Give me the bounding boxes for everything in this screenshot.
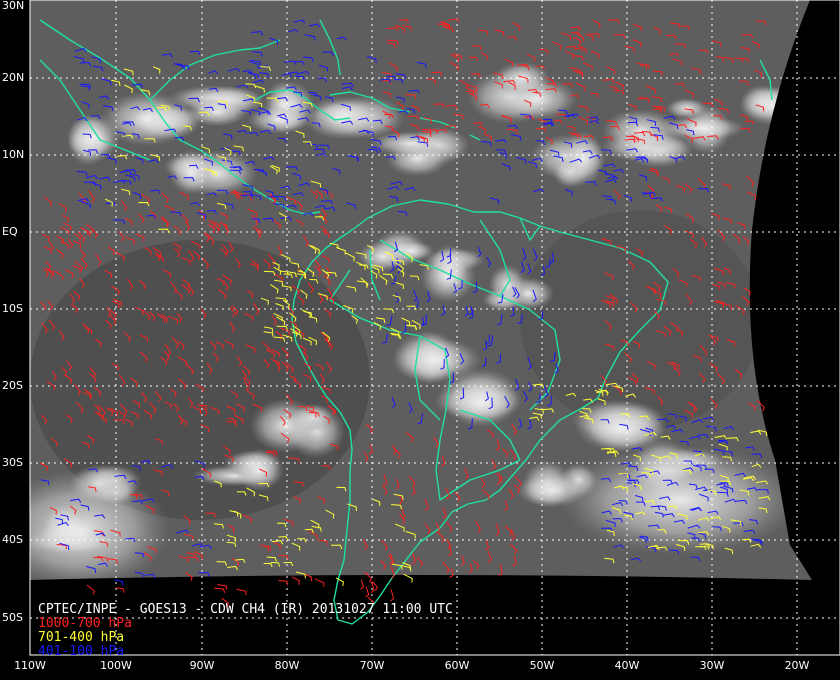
cloud (185, 97, 249, 127)
cloud (169, 149, 214, 195)
cloud (370, 131, 451, 156)
legend-low-level: 1000-700 hPa (38, 616, 132, 631)
cloud (739, 86, 807, 126)
cloud (303, 96, 381, 140)
longitude-label: 50W (529, 659, 555, 672)
cloud (562, 130, 605, 187)
latitude-label: 20S (2, 379, 23, 392)
cloud (234, 448, 285, 492)
longitude-label: 60W (444, 659, 470, 672)
latitude-label: 40S (2, 533, 23, 546)
map-caption: CPTEC/INPE - GOES13 - CDW CH4 (IR) 20131… (38, 603, 453, 659)
satellite-wind-map (29, 0, 840, 656)
legend-high-level: 401-100 hPa (38, 644, 125, 659)
longitude-label: 30W (699, 659, 725, 672)
latitude-label: 50S (2, 611, 23, 624)
latitude-label: 30S (2, 456, 23, 469)
longitude-label: 70W (359, 659, 385, 672)
cloud (247, 105, 312, 134)
latitude-label: 20N (2, 71, 25, 84)
longitude-label: 110W (14, 659, 46, 672)
latitude-label: 10N (2, 148, 25, 161)
map-title: CPTEC/INPE - GOES13 - CDW CH4 (IR) 20131… (38, 602, 453, 617)
longitude-label: 90W (189, 659, 215, 672)
latitude-label: 30N (2, 0, 25, 12)
latitude-label: EQ (2, 225, 18, 238)
longitude-label: 20W (784, 659, 810, 672)
longitude-label: 100W (100, 659, 132, 672)
legend-mid-level: 701-400 hPa (38, 630, 125, 645)
longitude-label: 80W (274, 659, 300, 672)
latitude-label: 10S (2, 302, 23, 315)
longitude-label: 40W (614, 659, 640, 672)
